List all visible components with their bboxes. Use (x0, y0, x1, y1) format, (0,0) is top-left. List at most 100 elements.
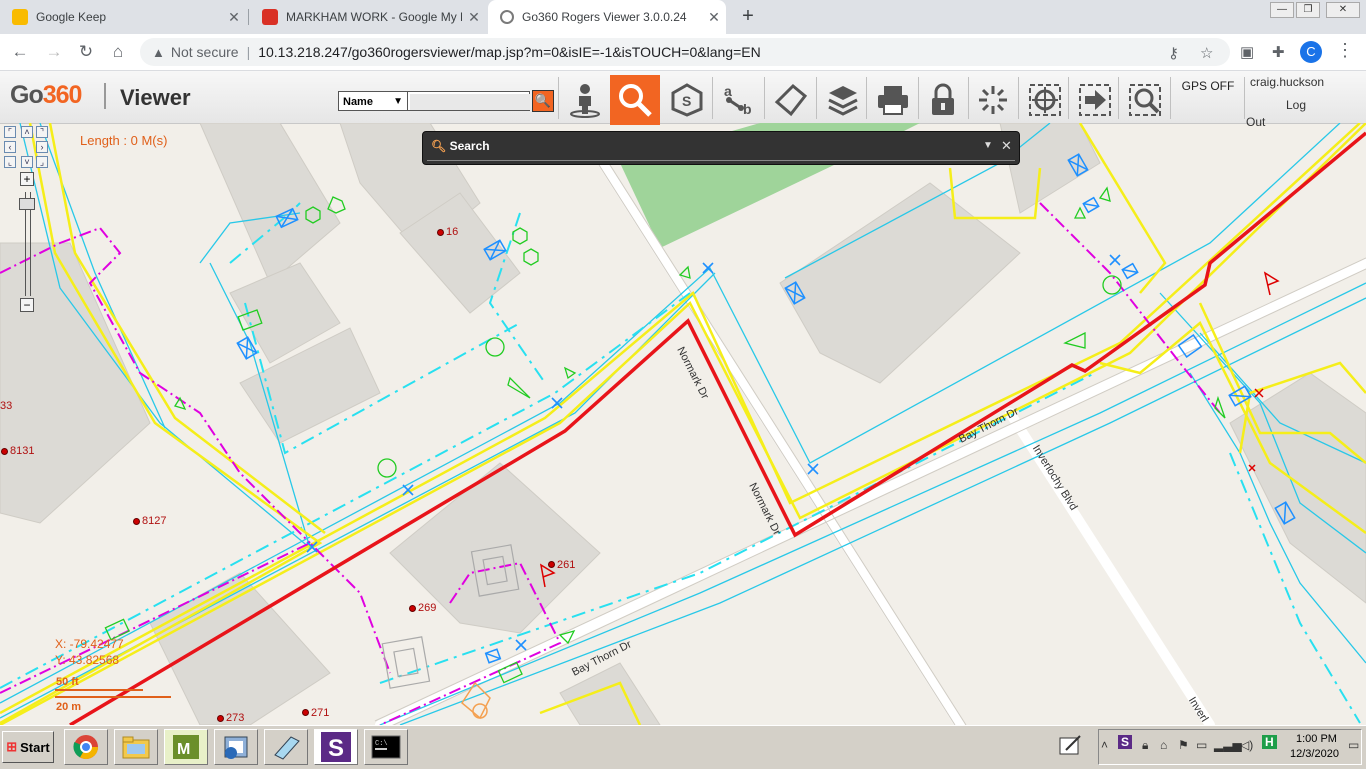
select-shape-icon: S (671, 83, 703, 117)
extensions-puzzle-icon[interactable]: ✚ (1272, 43, 1285, 61)
warning-icon[interactable]: ▲ (152, 45, 165, 60)
search-box[interactable] (408, 91, 530, 111)
svg-text:S: S (328, 735, 344, 762)
address-bar[interactable]: ▲ Not secure | 10.13.218.247/go360rogers… (140, 38, 1230, 66)
measure-button[interactable]: ab (714, 75, 764, 125)
target-button[interactable] (1020, 75, 1070, 125)
outlook-taskbar-button[interactable] (214, 729, 258, 765)
pan-northwest-button[interactable]: ⌜ (4, 126, 16, 138)
close-tab-icon[interactable]: ✕ (702, 9, 726, 26)
tray-network-icon[interactable]: ⌂ (1160, 738, 1167, 752)
forward-button[interactable]: → (42, 40, 66, 64)
show-desktop-icon[interactable]: ▭ (1348, 738, 1359, 752)
explode-button[interactable] (968, 75, 1018, 125)
security-label[interactable]: Not secure (171, 44, 239, 60)
globe-icon (500, 10, 514, 24)
clock-time[interactable]: 1:00 PM (1296, 733, 1337, 745)
print-button[interactable] (868, 75, 918, 125)
my-maps-icon (262, 9, 278, 25)
address-point[interactable] (302, 709, 309, 716)
mapinfo-taskbar-button[interactable]: M (164, 729, 208, 765)
s-app-taskbar-button[interactable]: S (314, 729, 358, 765)
logout-link[interactable]: Log (1286, 98, 1306, 112)
address-label: 261 (557, 559, 576, 571)
tab-markham-work[interactable]: MARKHAM WORK - Google My Maps ✕ (250, 0, 486, 34)
gps-toggle-button[interactable]: GPS OFF (1174, 79, 1242, 123)
tab-go360-viewer[interactable]: Go360 Rogers Viewer 3.0.0.24 ✕ (488, 0, 726, 34)
map-canvas[interactable]: 16 33 8131 8127 261 269 273 271 Normark … (0, 123, 1366, 725)
tray-monitor-icon[interactable]: ▭ (1196, 738, 1207, 752)
tray-expand-icon[interactable]: ˄ (1101, 738, 1108, 752)
explorer-taskbar-button[interactable] (114, 729, 158, 765)
pan-south-button[interactable]: ˅ (21, 156, 33, 168)
url-text[interactable]: 10.13.218.247/go360rogersviewer/map.jsp?… (258, 44, 760, 60)
reload-button[interactable]: ↻ (74, 40, 98, 64)
minimize-button[interactable]: — (1270, 2, 1294, 18)
tray-flag-icon[interactable]: ⚑ (1178, 738, 1189, 752)
cmd-icon: C:\ (371, 735, 401, 759)
tab-title: MARKHAM WORK - Google My Maps (286, 10, 462, 24)
export-icon (1079, 84, 1111, 116)
locate-person-icon (570, 84, 600, 118)
pan-west-button[interactable]: ‹ (4, 141, 16, 153)
layers-button[interactable] (818, 75, 868, 125)
home-button[interactable]: ⌂ (106, 40, 130, 64)
tray-volume-icon[interactable]: ◁) (1240, 738, 1253, 752)
star-icon[interactable]: ☆ (1200, 44, 1213, 62)
extension-keep-icon[interactable]: ▣ (1240, 43, 1254, 61)
key-icon[interactable]: ⚷ (1168, 44, 1179, 62)
search-type-select[interactable]: Name ▼ (338, 91, 408, 111)
search-tool-button[interactable] (610, 75, 660, 125)
search-input[interactable] (410, 94, 530, 110)
collapse-panel-icon[interactable]: ▼ (983, 140, 993, 151)
chrome-taskbar-button[interactable] (64, 729, 108, 765)
close-panel-icon[interactable]: ✕ (1001, 138, 1012, 154)
address-point[interactable] (217, 715, 224, 722)
tray-lock-icon[interactable]: 🔒︎ (1142, 738, 1148, 753)
restore-button[interactable]: ❐ (1296, 2, 1320, 18)
lock-button[interactable] (918, 75, 968, 125)
map-layer (0, 123, 1366, 725)
tab-google-keep[interactable]: Google Keep ✕ (0, 0, 246, 34)
cmd-taskbar-button[interactable]: C:\ (364, 729, 408, 765)
pan-southwest-button[interactable]: ⌞ (4, 156, 16, 168)
zoom-slider-thumb[interactable] (19, 198, 35, 210)
pan-northeast-button[interactable]: ⌝ (36, 126, 48, 138)
new-tab-button[interactable]: + (736, 5, 760, 29)
keep-icon (12, 9, 28, 25)
zoom-search-icon (1129, 84, 1161, 116)
tray-signal-icon[interactable]: ▂▃▅ (1214, 738, 1242, 752)
pan-east-button[interactable]: › (36, 141, 48, 153)
back-button[interactable]: ← (8, 40, 32, 64)
logout-link-continued[interactable]: Out (1246, 115, 1265, 129)
zoom-search-button[interactable] (1120, 75, 1170, 125)
more-menu-icon[interactable]: ⋮ (1336, 40, 1354, 61)
close-tab-icon[interactable]: ✕ (462, 9, 486, 26)
select-shape-button[interactable]: S (662, 75, 712, 125)
locate-person-button[interactable] (560, 75, 610, 125)
tray-h-app-icon[interactable]: H (1262, 735, 1277, 749)
notepad-taskbar-button[interactable] (264, 729, 308, 765)
browser-tab-strip: Google Keep ✕ MARKHAM WORK - Google My M… (0, 0, 1366, 34)
search-go-button[interactable]: 🔍 (532, 90, 554, 112)
edit-icon[interactable] (1058, 734, 1084, 758)
address-label: 16 (446, 226, 459, 238)
address-point[interactable] (548, 561, 555, 568)
pan-southeast-button[interactable]: ⌟ (36, 156, 48, 168)
polygon-button[interactable] (766, 75, 816, 125)
zoom-in-button[interactable]: + (20, 172, 34, 186)
pan-north-button[interactable]: ˄ (21, 126, 33, 138)
export-button[interactable] (1070, 75, 1120, 125)
clock-date[interactable]: 12/3/2020 (1290, 748, 1339, 760)
address-label: 8127 (142, 515, 167, 527)
address-point[interactable] (437, 229, 444, 236)
close-tab-icon[interactable]: ✕ (222, 9, 246, 26)
close-window-button[interactable]: ✕ (1326, 2, 1360, 18)
tray-s-app-icon[interactable]: S (1118, 735, 1133, 749)
address-point[interactable] (133, 518, 140, 525)
zoom-out-button[interactable]: − (20, 298, 34, 312)
address-point[interactable] (409, 605, 416, 612)
start-button[interactable]: ⊞ Start (2, 731, 54, 763)
profile-avatar[interactable]: C (1300, 41, 1322, 63)
address-point[interactable] (1, 448, 8, 455)
